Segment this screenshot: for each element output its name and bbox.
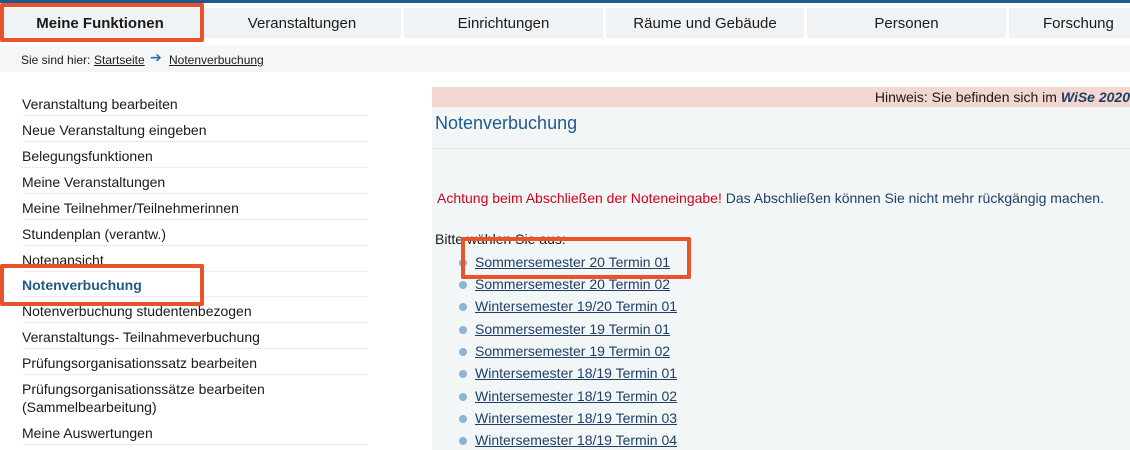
sidebar-item-neue-veranstaltung[interactable]: Neue Veranstaltung eingeben [22, 121, 367, 142]
divider [432, 148, 1130, 149]
page-title: Notenverbuchung [435, 113, 578, 133]
bullet-icon [459, 348, 467, 356]
sidebar-item-pruefungsorganisationssaetze[interactable]: Prüfungsorganisationssätze bearbeiten (S… [22, 380, 367, 418]
tab-label: Räume und Gebäude [633, 14, 777, 32]
tab-raeume-gebaeude[interactable]: Räume und Gebäude [606, 8, 804, 38]
tab-einrichtungen[interactable]: Einrichtungen [404, 8, 603, 38]
warning-message: Achtung beim Abschließen der Noteneingab… [437, 190, 1104, 206]
bullet-icon [459, 415, 467, 423]
sidebar-item-belegungsfunktionen[interactable]: Belegungsfunktionen [22, 147, 367, 168]
highlight-box-sidebar-item [0, 264, 204, 306]
bullet-icon [459, 281, 467, 289]
warning-text: Das Abschließen können Sie nicht mehr rü… [725, 190, 1104, 206]
breadcrumb-link-startseite[interactable]: Startseite [94, 53, 145, 67]
sidebar-item-meine-teilnehmer[interactable]: Meine Teilnehmer/Teilnehmerinnen [22, 199, 367, 220]
highlight-box-term-link [461, 237, 691, 279]
tab-veranstaltungen[interactable]: Veranstaltungen [203, 8, 401, 38]
bullet-icon [459, 303, 467, 311]
tab-label: Einrichtungen [457, 14, 550, 32]
notice-text: Hinweis: Sie befinden sich im [874, 89, 1057, 105]
term-link[interactable]: Wintersemester 18/19 Termin 01 [475, 365, 677, 381]
bullet-icon [459, 393, 467, 401]
term-link[interactable]: Sommersemester 19 Termin 02 [475, 343, 670, 359]
term-link[interactable]: Wintersemester 18/19 Termin 02 [475, 388, 677, 404]
sidebar-item-meine-veranstaltungen[interactable]: Meine Veranstaltungen [22, 173, 367, 194]
term-link[interactable]: Wintersemester 19/20 Termin 01 [475, 298, 677, 314]
term-link[interactable]: Sommersemester 19 Termin 01 [475, 321, 670, 337]
term-link[interactable]: Wintersemester 18/19 Termin 04 [475, 432, 677, 448]
semester-notice: Hinweis: Sie befinden sich im WiSe 2020 [432, 87, 1130, 107]
sidebar-item-teilnahmeverbuchung[interactable]: Veranstaltungs- Teilnahmeverbuchung [22, 328, 367, 349]
tab-label: Personen [874, 14, 939, 32]
tab-label: Forschung [1043, 14, 1114, 32]
sidebar-item-veranstaltung-bearbeiten[interactable]: Veranstaltung bearbeiten [22, 95, 367, 116]
tab-label: Veranstaltungen [247, 14, 357, 32]
sidebar-item-label: Prüfungsorganisationssätze bearbeiten [22, 381, 265, 397]
bullet-icon [459, 370, 467, 378]
warning-highlight: Achtung beim Abschließen der Noteneingab… [437, 190, 722, 206]
sidebar-item-stundenplan[interactable]: Stundenplan (verantw.) [22, 225, 367, 246]
notice-semester: WiSe 2020 [1060, 89, 1130, 105]
bullet-icon [459, 437, 467, 445]
breadcrumb-prefix: Sie sind hier: [21, 53, 91, 67]
sidebar-item-meine-auswertungen[interactable]: Meine Auswertungen [22, 424, 367, 445]
highlight-box-nav-tab [0, 3, 204, 42]
sidebar-item-pruefungsorganisationssatz[interactable]: Prüfungsorganisationssatz bearbeiten [22, 354, 367, 375]
breadcrumb-link-notenverbuchung[interactable]: Notenverbuchung [169, 53, 264, 67]
tab-personen[interactable]: Personen [807, 8, 1006, 38]
bullet-icon [459, 326, 467, 334]
tab-forschung[interactable]: Forschung [1009, 8, 1130, 38]
term-link[interactable]: Wintersemester 18/19 Termin 03 [475, 410, 677, 426]
sidebar-item-label-continued: (Sammelbearbeitung) [22, 399, 157, 415]
breadcrumb: Sie sind hier: Startseite ➔ Notenverbuch… [0, 46, 1130, 72]
arrow-right-icon: ➔ [150, 49, 162, 65]
